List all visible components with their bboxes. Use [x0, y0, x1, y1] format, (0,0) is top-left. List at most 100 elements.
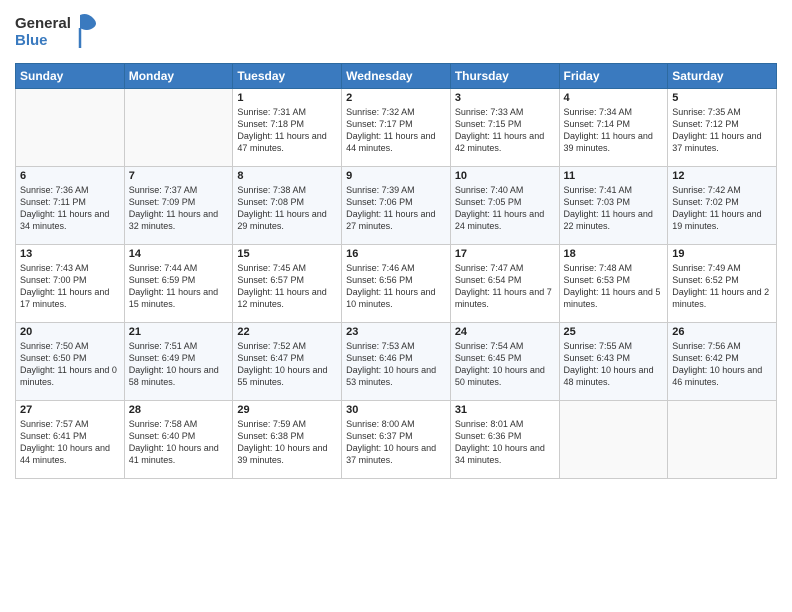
calendar-header-row: SundayMondayTuesdayWednesdayThursdayFrid…: [16, 64, 777, 89]
day-number: 21: [129, 326, 229, 338]
day-header-tuesday: Tuesday: [233, 64, 342, 89]
cell-info: Sunrise: 7:53 AMSunset: 6:46 PMDaylight:…: [346, 340, 446, 389]
calendar-cell: 21 Sunrise: 7:51 AMSunset: 6:49 PMDayligh…: [124, 323, 233, 401]
calendar-cell: 11 Sunrise: 7:41 AMSunset: 7:03 PMDayligh…: [559, 167, 668, 245]
cell-info: Sunrise: 7:42 AMSunset: 7:02 PMDaylight:…: [672, 184, 772, 233]
calendar-cell: 19 Sunrise: 7:49 AMSunset: 6:52 PMDayligh…: [668, 245, 777, 323]
calendar-week-2: 6 Sunrise: 7:36 AMSunset: 7:11 PMDaylight…: [16, 167, 777, 245]
cell-info: Sunrise: 7:51 AMSunset: 6:49 PMDaylight:…: [129, 340, 229, 389]
cell-info: Sunrise: 7:52 AMSunset: 6:47 PMDaylight:…: [237, 340, 337, 389]
calendar-cell: 23 Sunrise: 7:53 AMSunset: 6:46 PMDayligh…: [342, 323, 451, 401]
calendar-cell: 12 Sunrise: 7:42 AMSunset: 7:02 PMDayligh…: [668, 167, 777, 245]
day-number: 18: [564, 248, 664, 260]
day-number: 3: [455, 92, 555, 104]
day-number: 9: [346, 170, 446, 182]
day-number: 6: [20, 170, 120, 182]
cell-info: Sunrise: 7:46 AMSunset: 6:56 PMDaylight:…: [346, 262, 446, 311]
day-header-sunday: Sunday: [16, 64, 125, 89]
cell-info: Sunrise: 7:37 AMSunset: 7:09 PMDaylight:…: [129, 184, 229, 233]
calendar-cell: 29 Sunrise: 7:59 AMSunset: 6:38 PMDayligh…: [233, 401, 342, 479]
cell-info: Sunrise: 7:33 AMSunset: 7:15 PMDaylight:…: [455, 106, 555, 155]
day-number: 31: [455, 404, 555, 416]
cell-info: Sunrise: 7:54 AMSunset: 6:45 PMDaylight:…: [455, 340, 555, 389]
day-number: 7: [129, 170, 229, 182]
day-number: 20: [20, 326, 120, 338]
calendar-cell: 22Sunrise: 7:52 AMSunset: 6:47 PMDayligh…: [233, 323, 342, 401]
calendar-cell: 27Sunrise: 7:57 AMSunset: 6:41 PMDayligh…: [16, 401, 125, 479]
day-header-thursday: Thursday: [450, 64, 559, 89]
cell-info: Sunrise: 7:47 AMSunset: 6:54 PMDaylight:…: [455, 262, 555, 311]
svg-text:General: General: [15, 15, 71, 32]
day-header-friday: Friday: [559, 64, 668, 89]
cell-info: Sunrise: 8:01 AMSunset: 6:36 PMDaylight:…: [455, 418, 555, 467]
day-header-saturday: Saturday: [668, 64, 777, 89]
cell-info: Sunrise: 8:00 AMSunset: 6:37 PMDaylight:…: [346, 418, 446, 467]
day-number: 11: [564, 170, 664, 182]
day-number: 14: [129, 248, 229, 260]
cell-info: Sunrise: 7:44 AMSunset: 6:59 PMDaylight:…: [129, 262, 229, 311]
calendar-cell: 24 Sunrise: 7:54 AMSunset: 6:45 PMDayligh…: [450, 323, 559, 401]
calendar-cell: 18 Sunrise: 7:48 AMSunset: 6:53 PMDayligh…: [559, 245, 668, 323]
calendar-cell: 8Sunrise: 7:38 AMSunset: 7:08 PMDaylight…: [233, 167, 342, 245]
calendar-cell: 2 Sunrise: 7:32 AMSunset: 7:17 PMDaylight…: [342, 89, 451, 167]
cell-info: Sunrise: 7:41 AMSunset: 7:03 PMDaylight:…: [564, 184, 664, 233]
cell-info: Sunrise: 7:35 AMSunset: 7:12 PMDaylight:…: [672, 106, 772, 155]
calendar-cell: 28 Sunrise: 7:58 AMSunset: 6:40 PMDayligh…: [124, 401, 233, 479]
page: General Blue SundayMondayTuesdayWednesda…: [0, 0, 792, 612]
day-number: 4: [564, 92, 664, 104]
calendar-week-1: 1Sunrise: 7:31 AMSunset: 7:18 PMDaylight…: [16, 89, 777, 167]
cell-info: Sunrise: 7:45 AMSunset: 6:57 PMDaylight:…: [237, 262, 337, 311]
day-number: 28: [129, 404, 229, 416]
logo: General Blue: [15, 10, 105, 55]
cell-info: Sunrise: 7:48 AMSunset: 6:53 PMDaylight:…: [564, 262, 664, 311]
day-number: 19: [672, 248, 772, 260]
calendar-cell: [668, 401, 777, 479]
calendar-cell: 17 Sunrise: 7:47 AMSunset: 6:54 PMDayligh…: [450, 245, 559, 323]
cell-info: Sunrise: 7:31 AMSunset: 7:18 PMDaylight:…: [237, 106, 337, 155]
calendar-cell: 16 Sunrise: 7:46 AMSunset: 6:56 PMDayligh…: [342, 245, 451, 323]
day-number: 17: [455, 248, 555, 260]
calendar-cell: 13 Sunrise: 7:43 AMSunset: 7:00 PMDayligh…: [16, 245, 125, 323]
cell-info: Sunrise: 7:36 AMSunset: 7:11 PMDaylight:…: [20, 184, 120, 233]
day-header-monday: Monday: [124, 64, 233, 89]
day-number: 24: [455, 326, 555, 338]
cell-info: Sunrise: 7:34 AMSunset: 7:14 PMDaylight:…: [564, 106, 664, 155]
calendar-cell: 25Sunrise: 7:55 AMSunset: 6:43 PMDayligh…: [559, 323, 668, 401]
day-header-wednesday: Wednesday: [342, 64, 451, 89]
calendar-table: SundayMondayTuesdayWednesdayThursdayFrid…: [15, 63, 777, 479]
day-number: 16: [346, 248, 446, 260]
day-number: 29: [237, 404, 337, 416]
cell-info: Sunrise: 7:32 AMSunset: 7:17 PMDaylight:…: [346, 106, 446, 155]
logo-icon: General Blue: [15, 10, 105, 55]
day-number: 30: [346, 404, 446, 416]
cell-info: Sunrise: 7:43 AMSunset: 7:00 PMDaylight:…: [20, 262, 120, 311]
calendar-body: 1Sunrise: 7:31 AMSunset: 7:18 PMDaylight…: [16, 89, 777, 479]
calendar-cell: 30 Sunrise: 8:00 AMSunset: 6:37 PMDayligh…: [342, 401, 451, 479]
cell-info: Sunrise: 7:50 AMSunset: 6:50 PMDaylight:…: [20, 340, 120, 389]
cell-info: Sunrise: 7:58 AMSunset: 6:40 PMDaylight:…: [129, 418, 229, 467]
day-number: 5: [672, 92, 772, 104]
day-number: 27: [20, 404, 120, 416]
day-number: 26: [672, 326, 772, 338]
day-number: 13: [20, 248, 120, 260]
day-number: 23: [346, 326, 446, 338]
calendar-week-5: 27Sunrise: 7:57 AMSunset: 6:41 PMDayligh…: [16, 401, 777, 479]
cell-info: Sunrise: 7:39 AMSunset: 7:06 PMDaylight:…: [346, 184, 446, 233]
calendar-cell: 14 Sunrise: 7:44 AMSunset: 6:59 PMDayligh…: [124, 245, 233, 323]
calendar-week-4: 20 Sunrise: 7:50 AMSunset: 6:50 PMDayligh…: [16, 323, 777, 401]
cell-info: Sunrise: 7:49 AMSunset: 6:52 PMDaylight:…: [672, 262, 772, 311]
calendar-cell: 7 Sunrise: 7:37 AMSunset: 7:09 PMDaylight…: [124, 167, 233, 245]
day-number: 12: [672, 170, 772, 182]
day-number: 15: [237, 248, 337, 260]
cell-info: Sunrise: 7:55 AMSunset: 6:43 PMDaylight:…: [564, 340, 664, 389]
day-number: 2: [346, 92, 446, 104]
calendar-cell: 4 Sunrise: 7:34 AMSunset: 7:14 PMDaylight…: [559, 89, 668, 167]
cell-info: Sunrise: 7:59 AMSunset: 6:38 PMDaylight:…: [237, 418, 337, 467]
calendar-cell: 6 Sunrise: 7:36 AMSunset: 7:11 PMDaylight…: [16, 167, 125, 245]
cell-info: Sunrise: 7:56 AMSunset: 6:42 PMDaylight:…: [672, 340, 772, 389]
cell-info: Sunrise: 7:38 AMSunset: 7:08 PMDaylight:…: [237, 184, 337, 233]
calendar-cell: 1Sunrise: 7:31 AMSunset: 7:18 PMDaylight…: [233, 89, 342, 167]
svg-text:Blue: Blue: [15, 32, 48, 49]
calendar-cell: [124, 89, 233, 167]
header: General Blue: [15, 10, 777, 55]
